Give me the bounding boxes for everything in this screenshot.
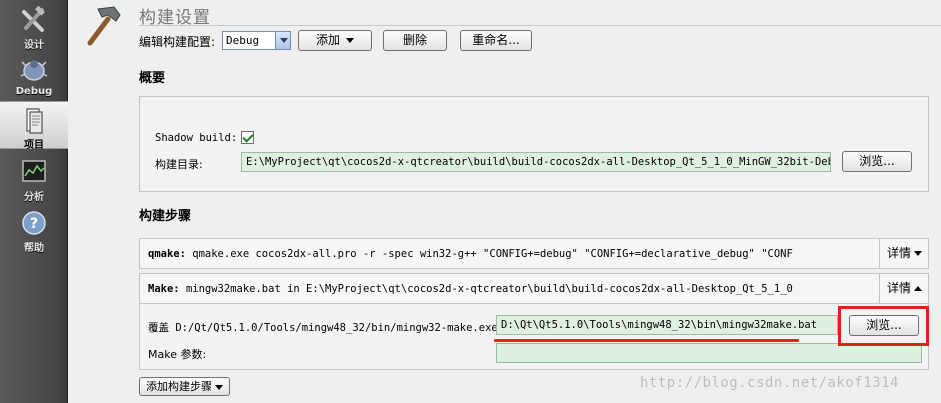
overview-panel: Shadow build: 构建目录: E:\MyProject\qt\coco… bbox=[139, 96, 929, 192]
chevron-down-icon bbox=[914, 251, 923, 256]
make-details-label: 详情 bbox=[887, 281, 912, 295]
sidebar-item-debug[interactable]: Debug bbox=[0, 52, 68, 100]
sidebar-item-help[interactable]: ? 帮助 bbox=[0, 205, 68, 254]
sidebar-item-label: 帮助 bbox=[24, 243, 44, 254]
dropdown-arrow-icon bbox=[346, 38, 354, 43]
chevron-up-icon bbox=[914, 286, 923, 291]
build-dir-field[interactable]: E:\MyProject\qt\cocos2d-x-qtcreator\buil… bbox=[241, 152, 831, 172]
add-build-step-button[interactable]: 添加构建步骤 bbox=[139, 377, 230, 396]
highlight-underline bbox=[494, 339, 799, 342]
make-step-summary: Make: mingw32make.bat in E:\MyProject\qt… bbox=[148, 283, 793, 295]
add-build-step-label: 添加构建步骤 bbox=[146, 380, 212, 393]
sidebar-item-label: 分析 bbox=[24, 192, 44, 203]
build-dir-label: 构建目录: bbox=[155, 158, 203, 171]
qmake-details-toggle[interactable]: 详情 bbox=[879, 239, 928, 268]
project-icon bbox=[26, 108, 43, 134]
chevron-down-icon[interactable] bbox=[275, 32, 290, 49]
config-select[interactable]: Debug bbox=[222, 31, 291, 50]
make-args-field[interactable] bbox=[496, 343, 922, 363]
svg-text:?: ? bbox=[30, 216, 38, 232]
override-make-field[interactable]: D:\Qt\Qt5.1.0\Tools\mingw48_32\bin\mingw… bbox=[496, 315, 838, 335]
edit-config-label: 编辑构建配置: bbox=[139, 35, 216, 49]
delete-config-button[interactable]: 删除 bbox=[383, 30, 447, 51]
sidebar-item-design[interactable]: 设计 bbox=[0, 2, 68, 51]
shadow-build-label: Shadow build: bbox=[155, 132, 238, 144]
dropdown-arrow-icon bbox=[215, 384, 223, 390]
qmake-step-summary: qmake: qmake.exe cocos2dx-all.pro -r -sp… bbox=[148, 248, 793, 260]
make-args-label: Make 参数: bbox=[148, 348, 207, 361]
qmake-step-command: qmake.exe cocos2dx-all.pro -r -spec win3… bbox=[192, 248, 793, 260]
add-config-label: 添加 bbox=[315, 33, 340, 47]
help-icon: ? bbox=[22, 211, 46, 235]
build-dir-browse-button[interactable]: 浏览... bbox=[842, 151, 912, 172]
sidebar-item-label: 设计 bbox=[24, 40, 44, 51]
qmake-step-header[interactable]: qmake: qmake.exe cocos2dx-all.pro -r -sp… bbox=[139, 238, 929, 269]
title-divider bbox=[139, 25, 941, 26]
make-step-name: Make: bbox=[148, 283, 180, 295]
qmake-step-name: qmake: bbox=[148, 248, 186, 260]
build-steps-title: 构建步骤 bbox=[139, 209, 192, 224]
make-details-toggle[interactable]: 详情 bbox=[879, 274, 928, 303]
make-step-details: 覆盖 D:/Qt/Qt5.1.0/Tools/mingw48_32/bin/mi… bbox=[139, 304, 929, 370]
analyze-icon bbox=[22, 160, 46, 182]
sidebar-item-label: Debug bbox=[15, 86, 53, 97]
config-select-value: Debug bbox=[226, 34, 260, 47]
sidebar-item-analyze[interactable]: 分析 bbox=[0, 154, 68, 203]
make-step-command: mingw32make.bat in E:\MyProject\qt\cocos… bbox=[185, 283, 793, 295]
design-icon bbox=[22, 6, 45, 32]
override-make-label: 覆盖 D:/Qt/Qt5.1.0/Tools/mingw48_32/bin/mi… bbox=[148, 322, 505, 334]
sidebar-item-label: 项目 bbox=[24, 140, 44, 151]
debug-icon bbox=[20, 60, 48, 81]
rename-config-button[interactable]: 重命名... bbox=[460, 30, 532, 51]
hammer-icon bbox=[87, 6, 121, 46]
mode-sidebar: 设计 Debug 项目 分析 ? 帮助 bbox=[0, 0, 68, 403]
make-step-header[interactable]: Make: mingw32make.bat in E:\MyProject\qt… bbox=[139, 273, 929, 304]
qmake-details-label: 详情 bbox=[887, 246, 912, 260]
sidebar-item-project[interactable]: 项目 bbox=[0, 101, 68, 151]
watermark: http://blog.csdn.net/akof1314 bbox=[640, 375, 899, 391]
add-config-button[interactable]: 添加 bbox=[298, 30, 372, 51]
highlight-box bbox=[838, 306, 929, 346]
overview-title: 概要 bbox=[139, 71, 166, 86]
shadow-build-checkbox[interactable] bbox=[241, 131, 254, 144]
